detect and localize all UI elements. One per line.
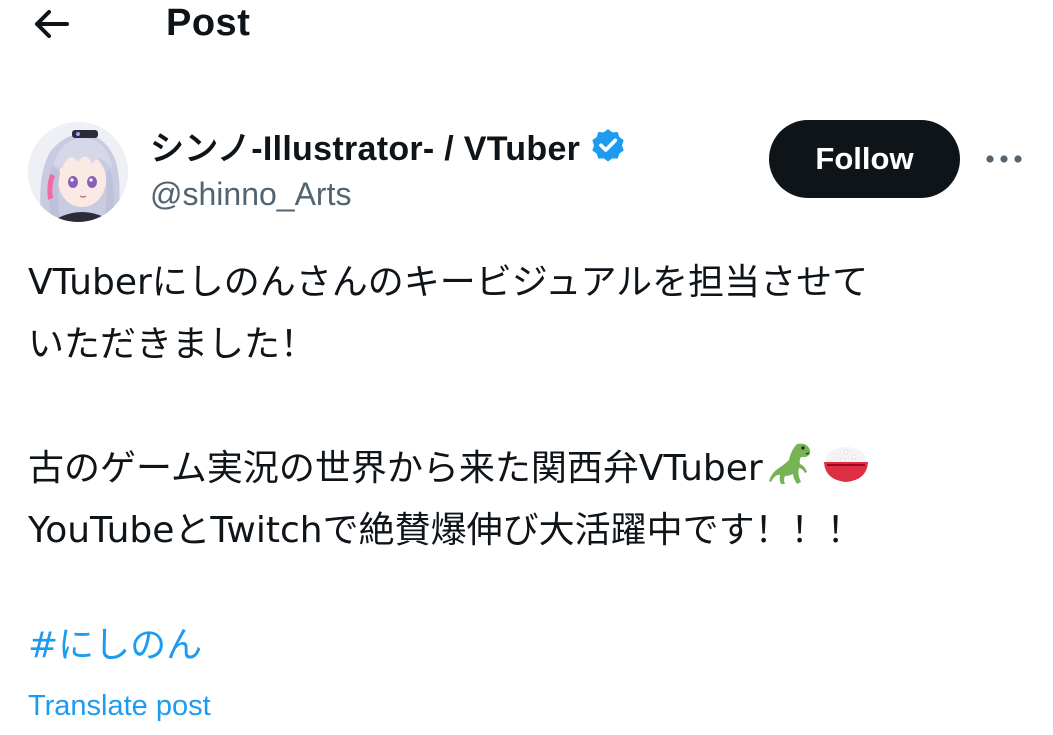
author-display-name[interactable]: シンノ-Illustrator- / VTuber bbox=[150, 121, 580, 170]
back-button[interactable] bbox=[26, 4, 76, 44]
author-handle[interactable]: @shinno_Arts bbox=[150, 172, 351, 216]
t-rex-emoji bbox=[768, 443, 810, 484]
rice-bowl-emoji bbox=[823, 447, 868, 482]
post-text: VTuberにしのんさんのキービジュアルを担当させて いただきました！ 古のゲー… bbox=[28, 252, 1028, 562]
more-horizontal-icon bbox=[986, 155, 1022, 163]
post-text-line: YouTubeとTwitchで絶賛爆伸び大活躍中です！！！ bbox=[28, 510, 863, 551]
paragraph-break bbox=[28, 376, 1028, 438]
top-bar: Post bbox=[0, 0, 1053, 50]
follow-button[interactable]: Follow bbox=[769, 120, 960, 198]
arrow-left-icon bbox=[35, 10, 69, 38]
page-title: Post bbox=[166, 2, 251, 44]
post-text-line: いただきました！ bbox=[28, 324, 317, 365]
translate-post-link[interactable]: Translate post bbox=[28, 684, 211, 728]
avatar-image bbox=[28, 122, 128, 222]
author-name-row[interactable]: シンノ-Illustrator- / VTuber bbox=[150, 120, 628, 170]
post-text-segment: 古のゲーム実況の世界から来た関西弁VTuber bbox=[28, 448, 763, 489]
hashtag-link[interactable]: #にしのん bbox=[28, 615, 202, 677]
verified-badge-icon[interactable] bbox=[588, 125, 628, 165]
more-options-button[interactable] bbox=[980, 140, 1028, 178]
post-text-line: VTuberにしのんさんのキービジュアルを担当させて bbox=[28, 262, 869, 303]
post-text-line: 古のゲーム実況の世界から来た関西弁VTuber bbox=[28, 438, 1028, 500]
avatar[interactable] bbox=[28, 122, 128, 222]
